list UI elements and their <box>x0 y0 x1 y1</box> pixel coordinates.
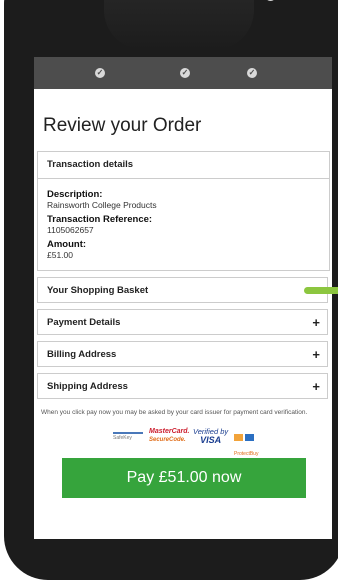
check-icon: ✓ <box>180 68 190 78</box>
check-icon: ✓ <box>95 68 105 78</box>
side-pull-tab[interactable] <box>304 287 338 294</box>
security-badges: SafeKey MasterCard. SecureCode. Verified… <box>37 426 329 457</box>
description-value: Rainsworth College Products <box>47 200 157 210</box>
transaction-details-header: Transaction details <box>38 152 329 179</box>
reference-label: Transaction Reference: <box>47 214 153 225</box>
protectbuy-text: ProtectBuy <box>234 451 259 457</box>
mastercard-securecode-logo: MasterCard. SecureCode. <box>149 428 189 444</box>
safekey-logo: SafeKey <box>113 432 143 441</box>
transaction-details-panel: Transaction details Description: Rainswo… <box>37 151 330 271</box>
payment-details-label: Payment Details <box>47 317 121 328</box>
status-bar: ✓ ✓ ✓ <box>34 57 332 89</box>
phone-highlight <box>104 0 254 50</box>
billing-address-section[interactable]: Billing Address + <box>37 341 328 367</box>
phone-screen: ✓ ✓ ✓ Review your Order Transaction deta… <box>34 57 332 539</box>
reference-value: 1105062657 <box>47 225 94 235</box>
safekey-text: SafeKey <box>113 435 132 441</box>
verified-by-visa-logo: Verified by VISA <box>193 427 228 445</box>
payment-details-section[interactable]: Payment Details + <box>37 309 328 335</box>
expand-icon[interactable]: + <box>312 374 320 400</box>
pay-now-button[interactable]: Pay £51.00 now <box>62 458 306 498</box>
verification-note: When you click pay now you may be asked … <box>41 409 308 416</box>
camera-icon <box>265 0 276 1</box>
description-label: Description: <box>47 189 103 200</box>
check-icon: ✓ <box>247 68 257 78</box>
shipping-address-section[interactable]: Shipping Address + <box>37 373 328 399</box>
expand-icon[interactable]: + <box>312 310 320 336</box>
protectbuy-logo: ProtectBuy <box>234 428 258 457</box>
expand-icon[interactable]: + <box>312 342 320 368</box>
transaction-details-body: Description: Rainsworth College Products… <box>38 179 329 270</box>
shopping-basket-section[interactable]: Your Shopping Basket <box>37 277 328 303</box>
amount-value: £51.00 <box>47 250 73 260</box>
visa-text: VISA <box>200 435 222 445</box>
shipping-address-label: Shipping Address <box>47 381 128 392</box>
page-title: Review your Order <box>43 115 202 136</box>
shopping-basket-label: Your Shopping Basket <box>47 285 149 296</box>
mastercard-text: MasterCard. <box>149 428 190 435</box>
page-content: Review your Order Transaction details De… <box>34 115 332 498</box>
amount-label: Amount: <box>47 239 87 250</box>
card-icon <box>234 434 243 441</box>
card-icon <box>245 434 254 441</box>
securecode-text: SecureCode. <box>149 437 186 443</box>
billing-address-label: Billing Address <box>47 349 117 360</box>
